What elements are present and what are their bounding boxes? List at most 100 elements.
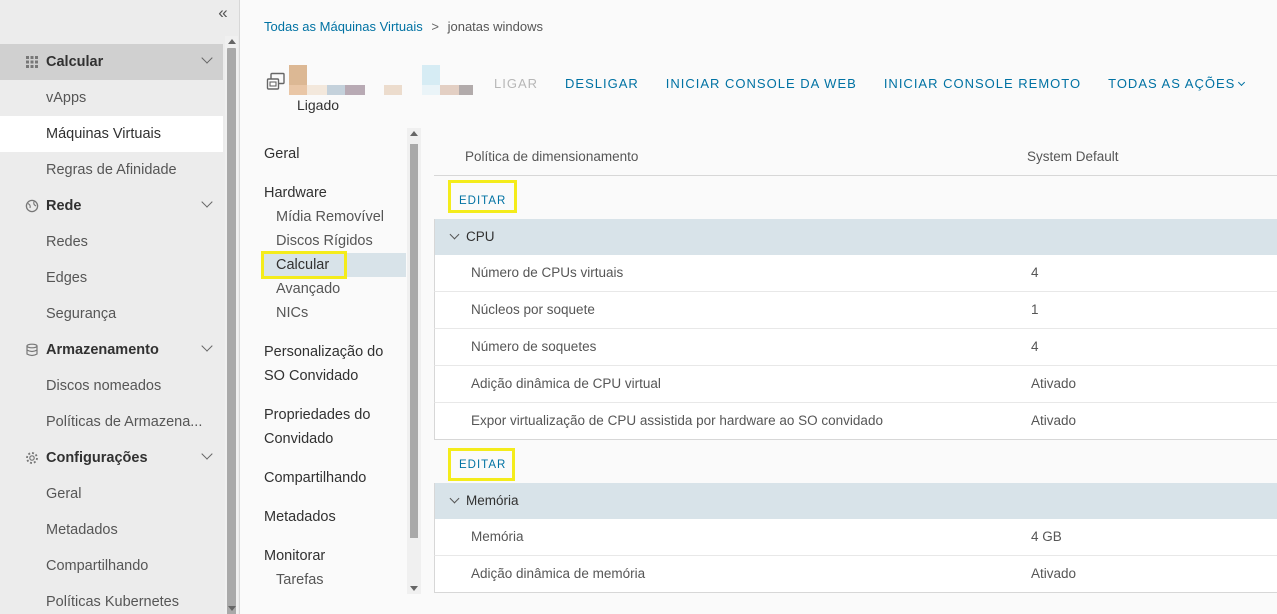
nav-item-geral[interactable]: Geral bbox=[0, 476, 223, 512]
table-row: Adição dinâmica de CPU virtual Ativado bbox=[434, 366, 1277, 403]
table-row: Número de soquetes 4 bbox=[434, 329, 1277, 366]
vm-power-status: Ligado bbox=[297, 97, 340, 113]
row-value: Ativado bbox=[1031, 566, 1077, 581]
nav-group-armazenamento[interactable]: Armazenamento bbox=[0, 332, 223, 368]
database-icon bbox=[24, 342, 40, 358]
breadcrumb-link-all-vms[interactable]: Todas as Máquinas Virtuais bbox=[264, 19, 423, 34]
table-row: Núcleos por soquete 1 bbox=[434, 292, 1277, 329]
tab-personalizacao-line2[interactable]: SO Convidado bbox=[264, 364, 358, 388]
row-value: Ativado bbox=[1031, 376, 1077, 391]
highlight-box-edit-sizing bbox=[448, 180, 517, 213]
nav-group-label: Calcular bbox=[46, 54, 104, 70]
remote-console-button[interactable]: INICIAR CONSOLE REMOTO bbox=[884, 76, 1081, 91]
row-value: 4 GB bbox=[1031, 529, 1062, 544]
row-value: Ativado bbox=[1031, 413, 1077, 428]
scrollbar-thumb[interactable] bbox=[227, 48, 236, 614]
scroll-up-icon[interactable] bbox=[410, 131, 418, 136]
chevron-down-icon bbox=[449, 229, 460, 240]
row-value: 4 bbox=[1031, 265, 1039, 280]
tab-avancado[interactable]: Avançado bbox=[276, 277, 340, 301]
table-row: Adição dinâmica de memória Ativado bbox=[434, 556, 1277, 593]
highlight-box-edit-cpu bbox=[448, 448, 515, 481]
tab-personalizacao-line1[interactable]: Personalização do bbox=[264, 340, 383, 364]
row-label: Número de CPUs virtuais bbox=[471, 265, 624, 280]
table-row: Memória 4 GB bbox=[434, 519, 1277, 556]
chevron-down-icon bbox=[1238, 78, 1246, 87]
vm-console-thumbnail[interactable] bbox=[289, 65, 479, 97]
breadcrumb-current: jonatas windows bbox=[447, 19, 543, 34]
cpu-section-title: CPU bbox=[466, 229, 495, 244]
tab-midia-removivel[interactable]: Mídia Removível bbox=[276, 205, 384, 229]
left-navigation: « Calcular vApps Máquinas Virtuais Regra… bbox=[0, 0, 240, 614]
nav-item-politicas-kubernetes[interactable]: Políticas Kubernetes bbox=[0, 584, 223, 614]
row-value: 4 bbox=[1031, 339, 1039, 354]
breadcrumb: Todas as Máquinas Virtuais > jonatas win… bbox=[264, 19, 543, 34]
tab-nics[interactable]: NICs bbox=[276, 301, 308, 325]
web-console-button[interactable]: INICIAR CONSOLE DA WEB bbox=[666, 76, 857, 91]
sizing-policy-value: System Default bbox=[1027, 149, 1119, 164]
collapse-sidebar-icon[interactable]: « bbox=[212, 4, 234, 24]
vm-icon bbox=[266, 72, 286, 92]
row-label: Expor virtualização de CPU assistida por… bbox=[471, 413, 883, 428]
inner-navigation-scrollbar[interactable] bbox=[407, 128, 421, 594]
nav-group-label: Configurações bbox=[46, 450, 148, 466]
highlight-box-calcular bbox=[261, 251, 347, 279]
left-navigation-items: Calcular vApps Máquinas Virtuais Regras … bbox=[0, 44, 223, 614]
tab-discos-rigidos[interactable]: Discos Rígidos bbox=[276, 229, 373, 253]
row-label: Núcleos por soquete bbox=[471, 302, 595, 317]
tab-propriedades-line2[interactable]: Convidado bbox=[264, 427, 333, 451]
row-label: Adição dinâmica de memória bbox=[471, 566, 646, 581]
tab-metadados[interactable]: Metadados bbox=[264, 505, 336, 529]
nav-group-configuracoes[interactable]: Configurações bbox=[0, 440, 223, 476]
left-navigation-scrollbar[interactable] bbox=[225, 36, 238, 614]
nav-group-label: Rede bbox=[46, 198, 82, 214]
row-label: Memória bbox=[471, 529, 524, 544]
tab-geral[interactable]: Geral bbox=[264, 142, 299, 166]
chevron-down-icon bbox=[201, 340, 213, 352]
row-label: Número de soquetes bbox=[471, 339, 597, 354]
nav-item-discos-nomeados[interactable]: Discos nomeados bbox=[0, 368, 223, 404]
power-off-button[interactable]: DESLIGAR bbox=[565, 76, 639, 91]
memory-section-title: Memória bbox=[466, 493, 519, 508]
table-row: Número de CPUs virtuais 4 bbox=[434, 255, 1277, 292]
vm-details-navigation: Geral Hardware Mídia Removível Discos Rí… bbox=[256, 128, 421, 594]
nav-item-edges[interactable]: Edges bbox=[0, 260, 223, 296]
nav-item-politicas-armazenamento[interactable]: Políticas de Armazena... bbox=[0, 404, 223, 440]
power-on-button: LIGAR bbox=[494, 76, 539, 91]
tab-tarefas[interactable]: Tarefas bbox=[276, 568, 324, 592]
nav-item-compartilhando[interactable]: Compartilhando bbox=[0, 548, 223, 584]
tab-propriedades-line1[interactable]: Propriedades do bbox=[264, 403, 370, 427]
scroll-up-icon[interactable] bbox=[228, 39, 236, 44]
globe-icon bbox=[24, 198, 40, 214]
tab-hardware[interactable]: Hardware bbox=[264, 181, 327, 205]
sizing-policy-label: Política de dimensionamento bbox=[465, 149, 639, 164]
all-actions-dropdown[interactable]: TODAS AS AÇÕES bbox=[1108, 76, 1246, 91]
cpu-section-header[interactable]: CPU bbox=[434, 219, 1277, 255]
all-actions-label: TODAS AS AÇÕES bbox=[1108, 76, 1236, 91]
nav-item-vapps[interactable]: vApps bbox=[0, 80, 223, 116]
scroll-down-icon[interactable] bbox=[410, 586, 418, 591]
vm-actions-toolbar: LIGAR DESLIGAR INICIAR CONSOLE DA WEB IN… bbox=[494, 76, 1271, 91]
compute-settings-panel: Política de dimensionamento System Defau… bbox=[434, 128, 1277, 594]
grid-icon bbox=[24, 54, 40, 70]
gear-icon bbox=[24, 450, 40, 466]
tab-monitorar[interactable]: Monitorar bbox=[264, 544, 325, 568]
row-value: 1 bbox=[1031, 302, 1039, 317]
nav-group-calcular[interactable]: Calcular bbox=[0, 44, 223, 80]
memory-section-header[interactable]: Memória bbox=[434, 483, 1277, 519]
row-label: Adição dinâmica de CPU virtual bbox=[471, 376, 661, 391]
scrollbar-thumb[interactable] bbox=[410, 144, 418, 538]
chevron-down-icon bbox=[201, 52, 213, 64]
nav-item-regras-afinidade[interactable]: Regras de Afinidade bbox=[0, 152, 223, 188]
table-row: Expor virtualização de CPU assistida por… bbox=[434, 403, 1277, 440]
chevron-down-icon bbox=[201, 448, 213, 460]
nav-item-redes[interactable]: Redes bbox=[0, 224, 223, 260]
scroll-down-icon[interactable] bbox=[228, 606, 236, 611]
chevron-down-icon bbox=[449, 493, 460, 504]
nav-item-maquinas-virtuais[interactable]: Máquinas Virtuais bbox=[0, 116, 223, 152]
nav-item-seguranca[interactable]: Segurança bbox=[0, 296, 223, 332]
tab-compartilhando[interactable]: Compartilhando bbox=[264, 466, 366, 490]
nav-group-rede[interactable]: Rede bbox=[0, 188, 223, 224]
nav-item-metadados[interactable]: Metadados bbox=[0, 512, 223, 548]
sizing-policy-row: Política de dimensionamento System Defau… bbox=[434, 139, 1277, 176]
